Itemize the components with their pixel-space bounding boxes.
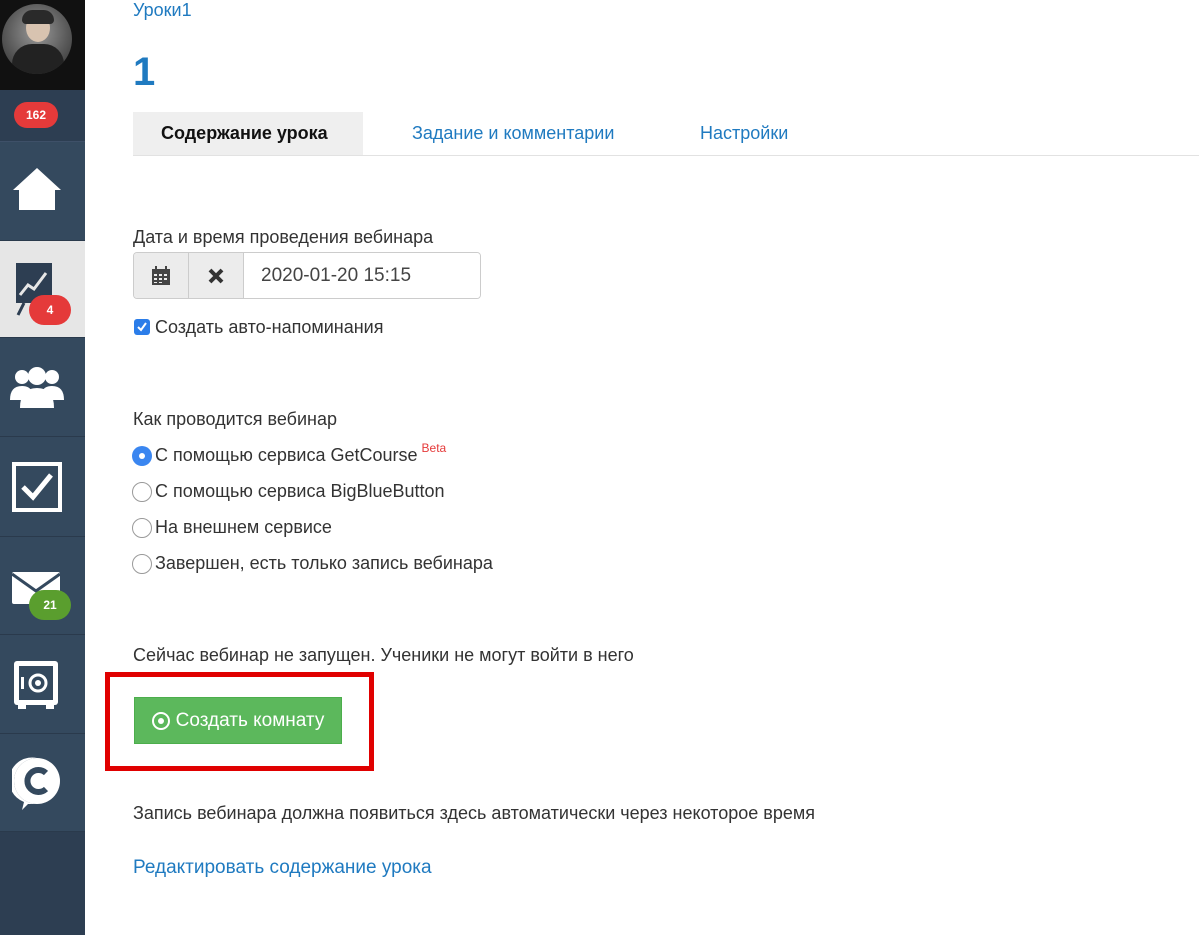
- close-icon: [208, 268, 224, 283]
- sidebar-item-users[interactable]: [0, 338, 85, 437]
- radio-bigbluebutton-label: С помощью сервиса BigBlueButton: [155, 481, 445, 501]
- beta-badge: Beta: [421, 441, 447, 455]
- create-room-button[interactable]: Создать комнату: [134, 697, 342, 744]
- sidebar-item-safe[interactable]: [0, 635, 85, 734]
- sidebar-item-training[interactable]: 4: [0, 241, 85, 338]
- sidebar-item-home[interactable]: [0, 142, 85, 241]
- radio-getcourse-text: С помощью сервиса GetCourse: [155, 445, 418, 465]
- radio-finished-label: Завершен, есть только запись вебинара: [155, 553, 493, 573]
- sidebar: 162 4 21: [0, 0, 85, 935]
- sidebar-item-tasks[interactable]: [0, 437, 85, 537]
- radio-getcourse-label: С помощью сервиса GetCourse Beta: [155, 441, 446, 466]
- avatar[interactable]: [0, 0, 85, 90]
- home-icon: [13, 168, 61, 210]
- radio-external-label: На внешнем сервисе: [155, 517, 332, 537]
- tab-lesson-content[interactable]: Содержание урока: [133, 112, 363, 155]
- reminder-checkbox[interactable]: [134, 319, 150, 335]
- webinar-status-text: Сейчас вебинар не запущен. Ученики не мо…: [133, 645, 634, 665]
- clear-date-button[interactable]: [189, 253, 244, 298]
- calendar-icon: [152, 265, 170, 285]
- radio-bigbluebutton[interactable]: [132, 482, 152, 502]
- tab-bar: Содержание урока Задание и комментарии Н…: [133, 112, 1199, 156]
- method-label: Как проводится вебинар: [133, 409, 337, 429]
- reminder-label: Создать авто-напоминания: [155, 317, 384, 337]
- datetime-picker: [133, 252, 481, 299]
- users-icon: [10, 367, 64, 408]
- tab-assignment-comments[interactable]: Задание и комментарии: [384, 112, 642, 155]
- notifications-badge: 162: [14, 102, 58, 128]
- checkmark-icon: [137, 322, 147, 332]
- safe-icon: [14, 661, 58, 709]
- breadcrumb[interactable]: Уроки1: [133, 0, 192, 21]
- messages-badge: 21: [29, 590, 71, 620]
- avatar-image: [2, 4, 72, 74]
- sidebar-item-messages[interactable]: 21: [0, 537, 85, 635]
- radio-getcourse[interactable]: [132, 446, 152, 466]
- datetime-label: Дата и время проведения вебинара: [133, 227, 434, 247]
- sidebar-item-getcourse[interactable]: [0, 734, 85, 832]
- tab-settings[interactable]: Настройки: [672, 112, 816, 155]
- training-badge: 4: [29, 295, 71, 325]
- notifications-counter[interactable]: 162: [0, 90, 85, 142]
- calendar-button[interactable]: [134, 253, 189, 298]
- radio-finished[interactable]: [132, 554, 152, 574]
- create-room-label: Создать комнату: [175, 709, 325, 731]
- radio-external[interactable]: [132, 518, 152, 538]
- record-icon: [151, 711, 170, 730]
- checkbox-icon: [12, 462, 62, 512]
- page-title: 1: [133, 50, 156, 94]
- datetime-input[interactable]: [245, 253, 480, 298]
- recording-note: Запись вебинара должна появиться здесь а…: [133, 803, 815, 823]
- edit-lesson-link[interactable]: Редактировать содержание урока: [133, 857, 432, 879]
- getcourse-logo-icon: [12, 757, 60, 810]
